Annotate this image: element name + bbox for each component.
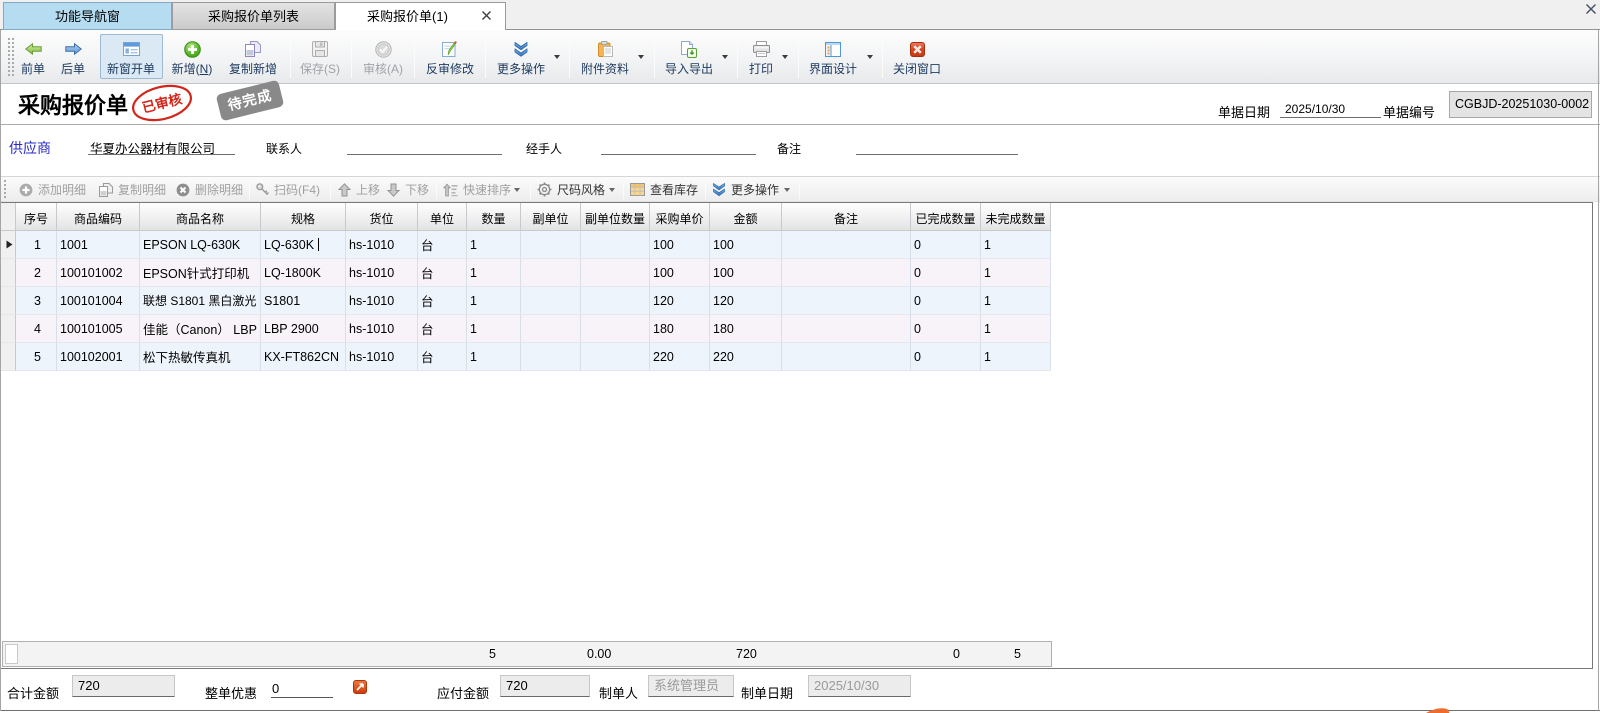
- svg-text:已审核: 已审核: [140, 90, 184, 115]
